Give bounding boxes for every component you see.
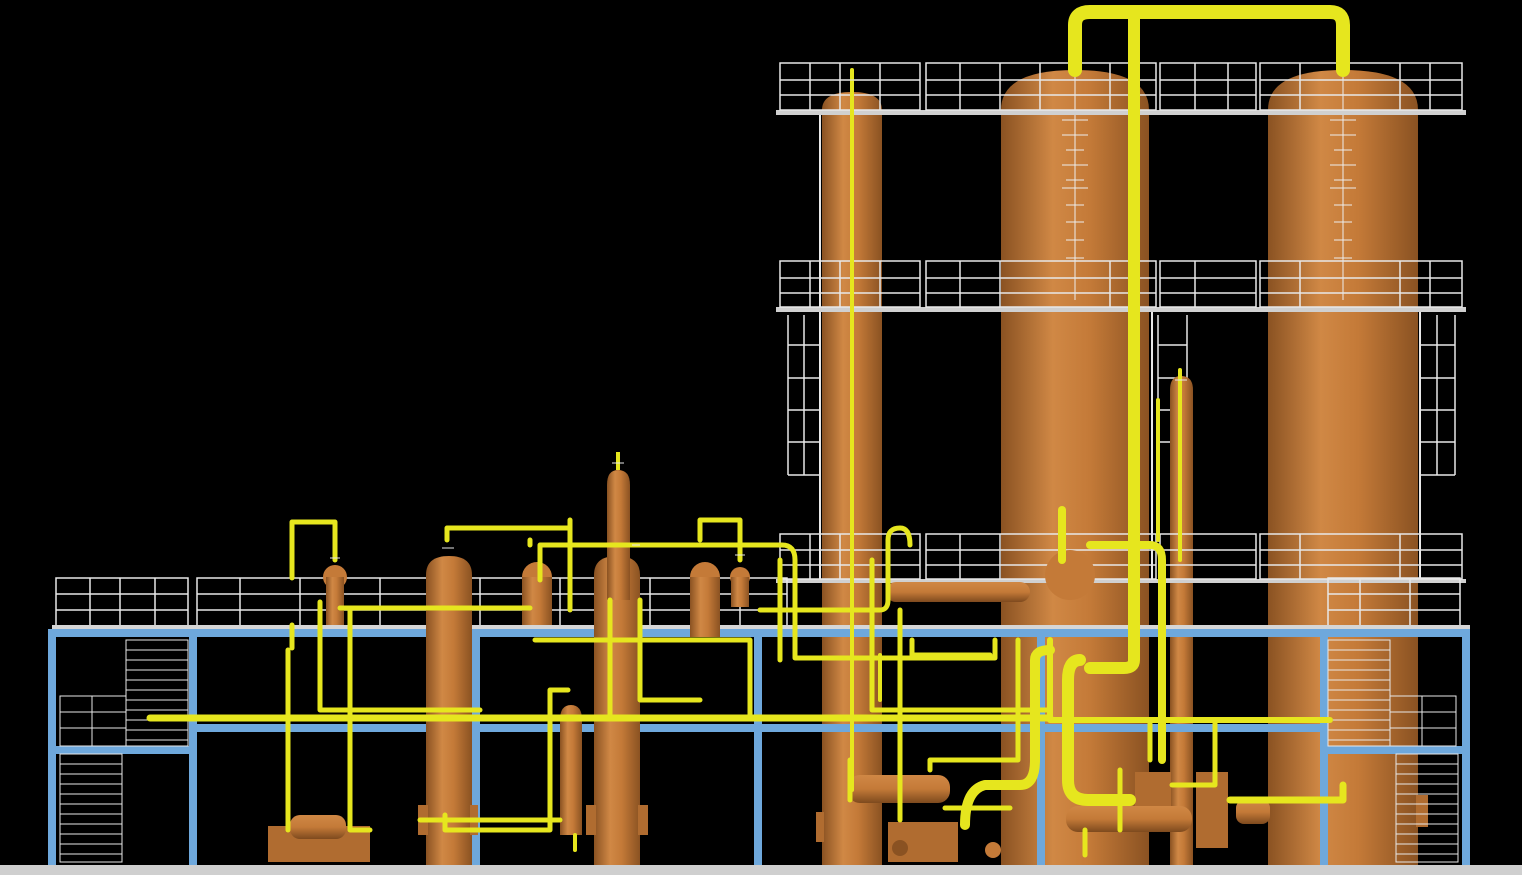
process-plant-elevation-view bbox=[0, 5, 1522, 875]
overhead-vapour-line bbox=[1068, 5, 1350, 77]
side-frame-left bbox=[787, 315, 820, 476]
ground-slab bbox=[0, 865, 1522, 875]
main-deck-railing bbox=[55, 577, 1461, 627]
slim-vessel-c[interactable] bbox=[607, 452, 630, 600]
side-frame-right bbox=[1420, 315, 1456, 476]
pump-skid-2[interactable] bbox=[888, 822, 1001, 862]
small-vessel-d[interactable] bbox=[560, 705, 582, 835]
stair-left-landing-rail bbox=[59, 695, 127, 747]
steel-frame bbox=[48, 629, 1470, 865]
pump-skid-3[interactable] bbox=[1236, 800, 1270, 824]
stair-left-upper bbox=[125, 639, 189, 747]
horizontal-drum-1[interactable] bbox=[886, 582, 1030, 602]
tall-column-1[interactable] bbox=[816, 92, 882, 865]
stair-left-lower bbox=[59, 753, 123, 863]
pump-skid-1[interactable] bbox=[268, 815, 370, 862]
